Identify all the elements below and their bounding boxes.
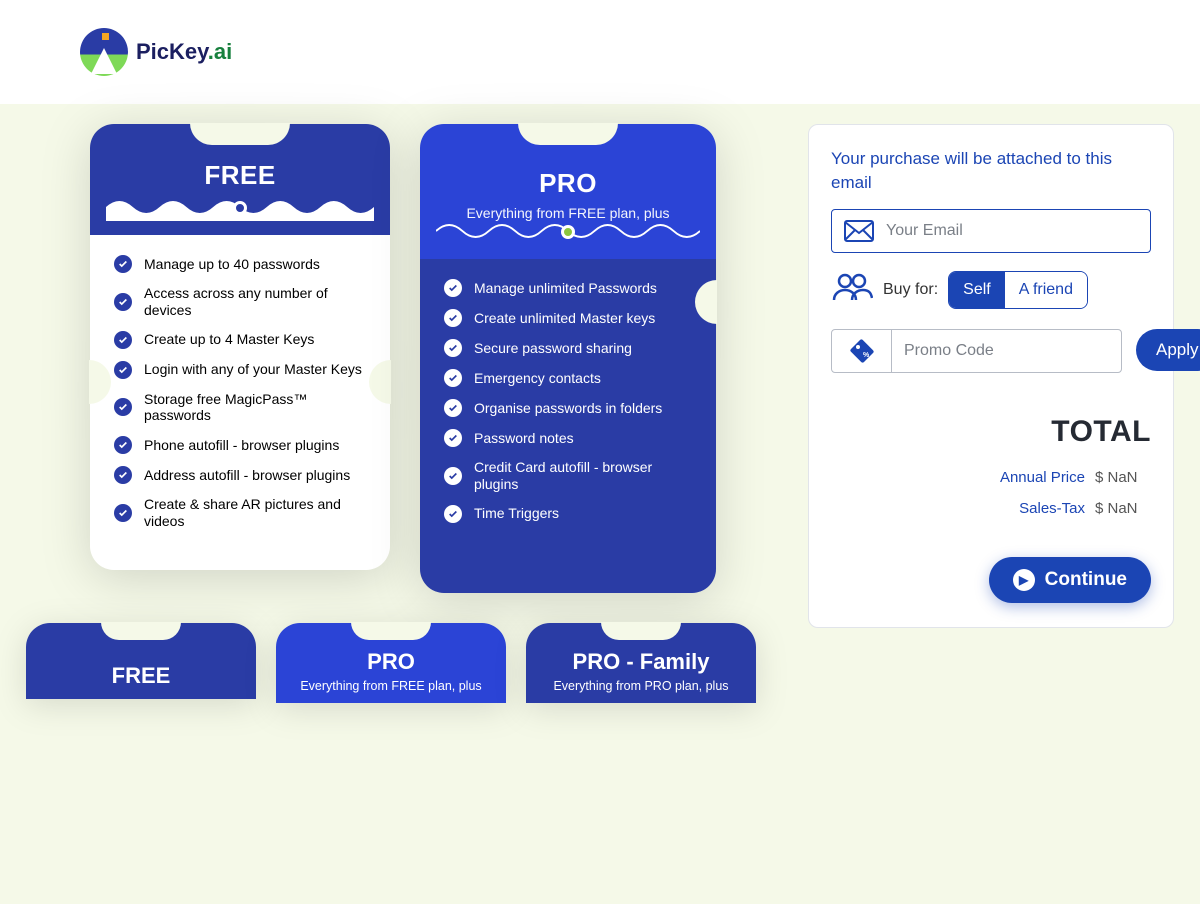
buy-for-row: Buy for: Self A friend xyxy=(831,271,1151,309)
check-icon xyxy=(114,436,132,454)
summary-row-tax: Sales-Tax $ NaN xyxy=(831,500,1151,517)
plan-card-pro[interactable]: PRO Everything from FREE plan, plus Mana… xyxy=(420,124,716,593)
mini-sub-profamily: Everything from PRO plan, plus xyxy=(540,679,742,693)
annual-price-value: $ NaN xyxy=(1095,469,1151,486)
content-area: FREE Manage up to 40 passwords Access ac… xyxy=(0,104,1200,904)
feature-item: Storage free MagicPass™ passwords xyxy=(114,391,366,425)
plan-title-pro: PRO xyxy=(436,168,700,199)
promo-input-wrapper: % xyxy=(831,329,1122,373)
feature-item: Access across any number of devices xyxy=(114,285,366,319)
promo-row: % Apply xyxy=(831,329,1151,373)
apply-button[interactable]: Apply xyxy=(1136,329,1200,371)
check-icon xyxy=(444,399,462,417)
check-icon xyxy=(114,361,132,379)
buy-for-friend-button[interactable]: A friend xyxy=(1005,272,1087,308)
feature-item: Secure password sharing xyxy=(444,339,692,357)
check-icon xyxy=(444,369,462,387)
check-icon xyxy=(114,293,132,311)
plan-card-mini-pro[interactable]: PRO Everything from FREE plan, plus xyxy=(276,623,506,703)
feature-item: Create unlimited Master keys xyxy=(444,309,692,327)
feature-item: Organise passwords in folders xyxy=(444,399,692,417)
feature-list-pro: Manage unlimited Passwords Create unlimi… xyxy=(444,279,692,523)
plan-title-free: FREE xyxy=(106,160,374,191)
mini-title-pro: PRO xyxy=(290,649,492,675)
feature-item: Emergency contacts xyxy=(444,369,692,387)
email-input[interactable] xyxy=(886,210,1150,252)
summary-row-annual: Annual Price $ NaN xyxy=(831,469,1151,486)
mini-title-profamily: PRO - Family xyxy=(540,649,742,675)
check-icon xyxy=(444,279,462,297)
feature-item: Credit Card autofill - browser plugins xyxy=(444,459,692,493)
plan-card-mini-profamily[interactable]: PRO - Family Everything from PRO plan, pl… xyxy=(526,623,756,703)
check-icon xyxy=(114,504,132,522)
check-icon xyxy=(444,505,462,523)
plan-card-mini-free[interactable]: FREE xyxy=(26,623,256,703)
feature-item: Manage up to 40 passwords xyxy=(114,255,366,273)
promo-input[interactable] xyxy=(892,330,1121,372)
check-icon xyxy=(114,398,132,416)
annual-price-label: Annual Price xyxy=(965,469,1085,486)
check-icon xyxy=(444,429,462,447)
order-summary: Annual Price $ NaN Sales-Tax $ NaN xyxy=(831,469,1151,517)
svg-text:%: % xyxy=(863,352,870,359)
feature-item: Password notes xyxy=(444,429,692,447)
arrow-right-icon: ▶ xyxy=(1013,569,1035,591)
check-icon xyxy=(444,339,462,357)
feature-item: Time Triggers xyxy=(444,505,692,523)
mini-title-free: FREE xyxy=(40,663,242,689)
coupon-icon: % xyxy=(832,330,892,372)
feature-item: Phone autofill - browser plugins xyxy=(114,436,366,454)
checkout-hint: Your purchase will be attached to this e… xyxy=(831,147,1151,195)
mini-sub-pro: Everything from FREE plan, plus xyxy=(290,679,492,693)
plans-column: FREE Manage up to 40 passwords Access ac… xyxy=(26,124,778,703)
check-icon xyxy=(114,255,132,273)
check-icon xyxy=(444,309,462,327)
feature-item: Create & share AR pictures and videos xyxy=(114,496,366,530)
buy-for-self-button[interactable]: Self xyxy=(949,272,1005,308)
feature-item: Manage unlimited Passwords xyxy=(444,279,692,297)
check-icon xyxy=(114,466,132,484)
continue-label: Continue xyxy=(1045,569,1127,591)
brand-name: PicKey.ai xyxy=(136,39,232,65)
people-icon xyxy=(831,272,873,307)
envelope-icon xyxy=(832,220,886,242)
check-icon xyxy=(444,467,462,485)
header: PicKey.ai xyxy=(0,0,1200,104)
feature-item: Login with any of your Master Keys xyxy=(114,361,366,379)
feature-list-free: Manage up to 40 passwords Access across … xyxy=(114,255,366,530)
total-heading: TOTAL xyxy=(831,415,1151,449)
email-field-wrapper xyxy=(831,209,1151,253)
check-icon xyxy=(114,331,132,349)
continue-button[interactable]: ▶ Continue xyxy=(989,557,1151,603)
logo-mark-icon xyxy=(80,28,128,76)
feature-item: Address autofill - browser plugins xyxy=(114,466,366,484)
checkout-panel: Your purchase will be attached to this e… xyxy=(808,124,1174,628)
sales-tax-value: $ NaN xyxy=(1095,500,1151,517)
brand-logo[interactable]: PicKey.ai xyxy=(80,28,232,76)
plan-card-free[interactable]: FREE Manage up to 40 passwords Access ac… xyxy=(90,124,390,593)
buy-for-label: Buy for: xyxy=(883,281,938,299)
sales-tax-label: Sales-Tax xyxy=(965,500,1085,517)
feature-item: Create up to 4 Master Keys xyxy=(114,331,366,349)
buy-for-toggle: Self A friend xyxy=(948,271,1088,309)
